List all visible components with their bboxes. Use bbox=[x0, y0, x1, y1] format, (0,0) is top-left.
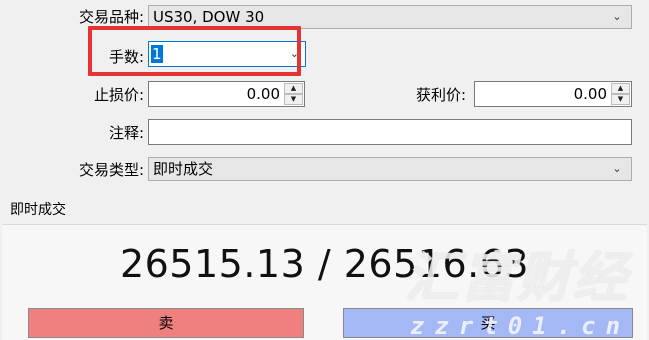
spin-up-icon[interactable]: ▲ bbox=[611, 83, 630, 94]
watermark-url: zzrt01.cn bbox=[410, 312, 631, 340]
stop-loss-value: 0.00 bbox=[246, 85, 280, 103]
spin-down-icon[interactable]: ▼ bbox=[611, 94, 630, 105]
chevron-down-icon: ⌄ bbox=[612, 162, 622, 175]
sell-button[interactable]: 卖 bbox=[28, 308, 304, 338]
spin-down-icon[interactable]: ▼ bbox=[284, 94, 303, 105]
section-title: 即时成交 bbox=[10, 202, 66, 218]
take-profit-value: 0.00 bbox=[573, 85, 607, 103]
order-type-label: 交易类型: bbox=[78, 161, 144, 179]
take-profit-input[interactable]: 0.00 ▲ ▼ bbox=[474, 81, 632, 107]
chevron-down-icon: ⌄ bbox=[612, 10, 622, 23]
watermark-logo: 汇富财经 bbox=[405, 246, 629, 309]
take-profit-label: 获利价: bbox=[415, 86, 466, 104]
spin-up-icon[interactable]: ▲ bbox=[284, 83, 303, 94]
stop-loss-input[interactable]: 0.00 ▲ ▼ bbox=[148, 81, 305, 107]
comment-label: 注释: bbox=[108, 124, 144, 142]
stop-loss-label: 止损价: bbox=[93, 86, 144, 104]
lots-highlight-box bbox=[88, 26, 301, 76]
symbol-label: 交易品种: bbox=[78, 8, 144, 26]
symbol-value: US30, DOW 30 bbox=[153, 8, 265, 26]
take-profit-spinner[interactable]: ▲ ▼ bbox=[611, 83, 630, 105]
stop-loss-spinner[interactable]: ▲ ▼ bbox=[284, 83, 303, 105]
order-type-select[interactable]: 即时成交 ⌄ bbox=[148, 157, 632, 181]
order-type-value: 即时成交 bbox=[153, 160, 214, 178]
comment-input[interactable] bbox=[148, 119, 632, 145]
